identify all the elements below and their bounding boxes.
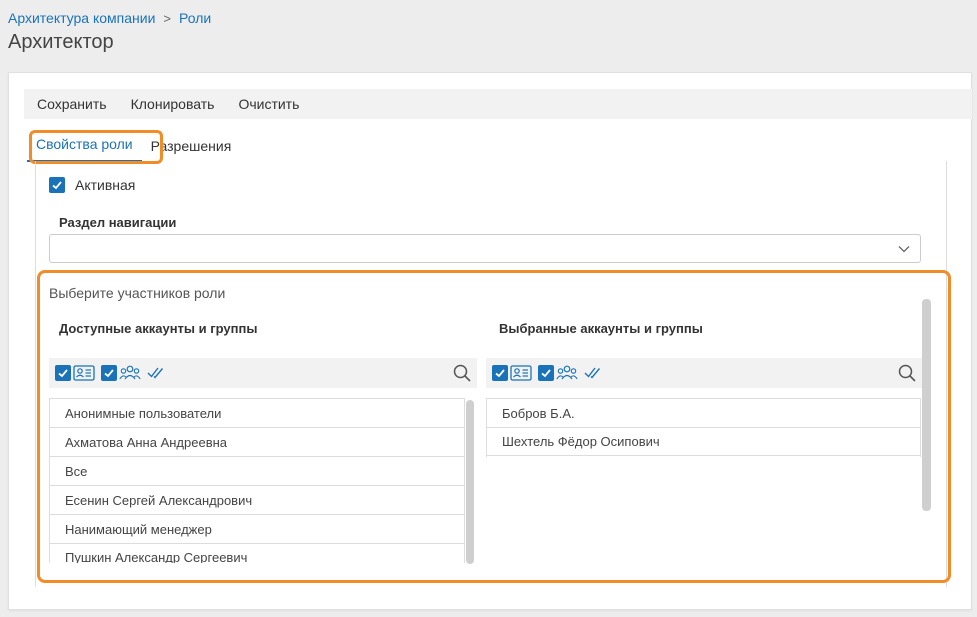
tabs: Свойства роли Разрешения: [27, 127, 240, 162]
group-icon: [556, 365, 578, 380]
breadcrumb-separator-icon: >: [163, 10, 172, 26]
filter-groups-toggle[interactable]: [538, 364, 578, 382]
search-icon[interactable]: [898, 364, 916, 382]
selected-list: Бобров Б.А. Шехтель Фёдор Осипович: [486, 398, 921, 457]
active-checkbox[interactable]: [49, 177, 65, 193]
user-card-icon: [73, 365, 95, 381]
filter-users-toggle[interactable]: [492, 365, 532, 381]
role-editor-card: Сохранить Клонировать Очистить Свойства …: [8, 72, 972, 610]
members-title: Выберите участников роли: [49, 285, 226, 301]
select-all-icon[interactable]: [147, 366, 165, 380]
list-item[interactable]: Шехтель Фёдор Осипович: [487, 427, 920, 456]
breadcrumb: Архитектура компании > Роли: [8, 10, 211, 26]
filter-groups-toggle[interactable]: [101, 364, 141, 382]
active-checkbox-label: Активная: [75, 177, 136, 193]
list-item[interactable]: Пушкин Александр Сергеевич: [50, 543, 464, 563]
check-icon: [104, 369, 114, 378]
list-item[interactable]: Нанимающий менеджер: [50, 514, 464, 543]
chevron-down-icon: [898, 246, 910, 253]
available-title: Доступные аккаунты и группы: [59, 321, 258, 336]
tab-role-properties[interactable]: Свойства роли: [27, 136, 142, 162]
list-item[interactable]: Все: [50, 456, 464, 485]
selected-title: Выбранные аккаунты и группы: [499, 321, 703, 336]
nav-section-select[interactable]: [49, 234, 921, 263]
search-icon[interactable]: [453, 364, 471, 382]
breadcrumb-link-roles[interactable]: Роли: [179, 10, 211, 26]
check-icon: [495, 369, 505, 378]
check-icon: [52, 181, 62, 190]
list-item[interactable]: Бобров Б.А.: [487, 398, 920, 427]
filter-users-toggle[interactable]: [55, 365, 95, 381]
clear-button[interactable]: Очистить: [238, 96, 299, 112]
list-item[interactable]: Ахматова Анна Андреевна: [50, 427, 464, 456]
check-icon: [58, 369, 68, 378]
user-card-icon: [510, 365, 532, 381]
selected-filter-bar: [486, 358, 922, 388]
breadcrumb-link-company-architecture[interactable]: Архитектура компании: [8, 10, 155, 26]
list-item[interactable]: Анонимные пользователи: [50, 398, 464, 427]
save-button[interactable]: Сохранить: [37, 96, 107, 112]
available-filter-bar: [49, 358, 477, 388]
nav-section-label: Раздел навигации: [59, 215, 177, 230]
toolbar: Сохранить Клонировать Очистить: [24, 89, 972, 119]
available-scrollbar[interactable]: [466, 400, 474, 564]
list-item[interactable]: Есенин Сергей Александрович: [50, 485, 464, 514]
active-checkbox-row[interactable]: Активная: [49, 177, 135, 193]
available-list: Анонимные пользователи Ахматова Анна Анд…: [49, 398, 465, 563]
tab-permissions[interactable]: Разрешения: [142, 138, 241, 162]
page-title: Архитектор: [8, 31, 114, 53]
clone-button[interactable]: Клонировать: [131, 96, 215, 112]
check-icon: [541, 369, 551, 378]
select-all-icon[interactable]: [584, 366, 602, 380]
group-icon: [119, 365, 141, 380]
members-scrollbar[interactable]: [922, 299, 931, 511]
